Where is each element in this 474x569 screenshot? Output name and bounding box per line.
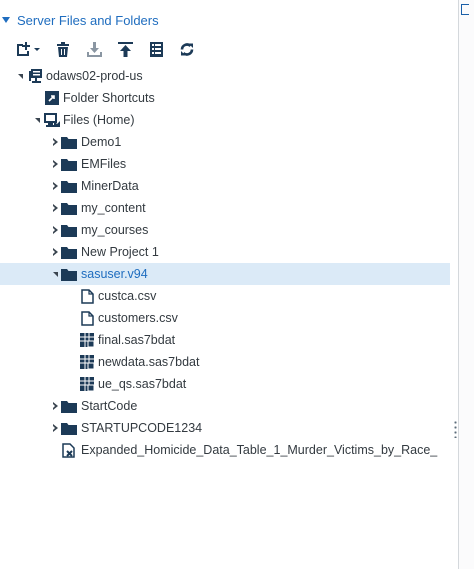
download-icon bbox=[86, 41, 102, 57]
folder-icon bbox=[61, 244, 77, 260]
tree-label: StartCode bbox=[81, 399, 138, 413]
folder-icon bbox=[61, 420, 77, 436]
tree-label: final.sas7bdat bbox=[98, 333, 176, 347]
tree-label: Files (Home) bbox=[63, 113, 135, 127]
folder-icon bbox=[61, 222, 77, 238]
expand-toggle[interactable] bbox=[51, 248, 60, 257]
file-tree: odaws02-prod-us Folder Shortcuts Files (… bbox=[0, 65, 458, 461]
tree-node-server[interactable]: odaws02-prod-us bbox=[0, 65, 458, 87]
section-header[interactable]: Server Files and Folders bbox=[0, 10, 159, 30]
delete-button[interactable] bbox=[53, 39, 73, 59]
tree-node-file[interactable]: newdata.sas7bdat bbox=[0, 351, 458, 373]
upload-button[interactable] bbox=[115, 39, 135, 59]
tree-label: Folder Shortcuts bbox=[63, 91, 155, 105]
expand-toggle[interactable] bbox=[51, 160, 60, 169]
dataset-table-icon bbox=[79, 376, 95, 392]
download-button[interactable] bbox=[84, 39, 104, 59]
tree-label: STARTUPCODE1234 bbox=[81, 421, 203, 435]
tree-label: Demo1 bbox=[81, 135, 122, 149]
tree-node-file[interactable]: ue_qs.sas7bdat bbox=[0, 373, 458, 395]
tree-node-folder[interactable]: my_courses bbox=[0, 219, 458, 241]
adjacent-panel-edge bbox=[459, 0, 474, 569]
folder-icon bbox=[61, 134, 77, 150]
folder-icon bbox=[61, 178, 77, 194]
tree-label: my_content bbox=[81, 201, 146, 215]
folder-icon bbox=[61, 266, 77, 282]
collapse-caret-icon[interactable] bbox=[2, 17, 10, 23]
tree-node-folder-selected[interactable]: sasuser.v94 bbox=[0, 263, 450, 285]
tree-label: New Project 1 bbox=[81, 245, 159, 259]
refresh-icon bbox=[180, 42, 194, 56]
tree-node-file[interactable]: customers.csv bbox=[0, 307, 458, 329]
tree-node-files-home[interactable]: Files (Home) bbox=[0, 109, 458, 131]
tree-node-folder[interactable]: my_content bbox=[0, 197, 458, 219]
home-computer-icon bbox=[44, 112, 60, 128]
tree-node-file[interactable]: Expanded_Homicide_Data_Table_1_Murder_Vi… bbox=[0, 439, 458, 461]
resize-grip-icon[interactable] bbox=[454, 420, 457, 438]
folder-icon bbox=[61, 156, 77, 172]
dataset-table-icon bbox=[79, 354, 95, 370]
tree-label: custca.csv bbox=[98, 289, 157, 303]
csv-file-icon bbox=[79, 310, 95, 326]
expand-toggle[interactable] bbox=[16, 72, 25, 81]
expand-toggle[interactable] bbox=[51, 402, 60, 411]
tree-node-folder[interactable]: EMFiles bbox=[0, 153, 458, 175]
expand-toggle[interactable] bbox=[33, 116, 42, 125]
tree-node-folder[interactable]: MinerData bbox=[0, 175, 458, 197]
tree-node-file[interactable]: final.sas7bdat bbox=[0, 329, 458, 351]
toolbar bbox=[14, 38, 208, 60]
refresh-button[interactable] bbox=[177, 39, 197, 59]
server-icon bbox=[28, 68, 44, 84]
upload-icon bbox=[117, 41, 133, 57]
tree-node-file[interactable]: custca.csv bbox=[0, 285, 458, 307]
tree-label: MinerData bbox=[81, 179, 139, 193]
server-files-panel: Server Files and Folders odaws02-prod-us… bbox=[0, 0, 458, 569]
shortcut-icon bbox=[44, 90, 60, 106]
tree-label: odaws02-prod-us bbox=[46, 69, 143, 83]
new-dropdown-button[interactable] bbox=[14, 39, 42, 59]
folder-icon bbox=[61, 200, 77, 216]
folder-icon bbox=[61, 398, 77, 414]
expand-toggle[interactable] bbox=[51, 182, 60, 191]
tree-label: sasuser.v94 bbox=[81, 267, 148, 281]
expand-toggle[interactable] bbox=[51, 424, 60, 433]
tree-label: ue_qs.sas7bdat bbox=[98, 377, 187, 391]
properties-icon bbox=[149, 41, 163, 57]
expand-toggle[interactable] bbox=[51, 226, 60, 235]
properties-button[interactable] bbox=[146, 39, 166, 59]
tree-label: Expanded_Homicide_Data_Table_1_Murder_Vi… bbox=[81, 443, 438, 457]
csv-file-icon bbox=[79, 288, 95, 304]
tree-node-folder[interactable]: StartCode bbox=[0, 395, 458, 417]
tree-label: customers.csv bbox=[98, 311, 178, 325]
expand-toggle[interactable] bbox=[51, 204, 60, 213]
new-file-icon bbox=[17, 42, 40, 56]
expand-toggle[interactable] bbox=[51, 138, 60, 147]
tree-node-folder[interactable]: Demo1 bbox=[0, 131, 458, 153]
tree-label: EMFiles bbox=[81, 157, 127, 171]
tree-node-folder-shortcuts[interactable]: Folder Shortcuts bbox=[0, 87, 458, 109]
tab-edge-icon bbox=[461, 4, 469, 15]
tree-label: newdata.sas7bdat bbox=[98, 355, 200, 369]
excel-file-icon bbox=[61, 442, 77, 458]
tree-node-folder[interactable]: New Project 1 bbox=[0, 241, 458, 263]
expand-toggle[interactable] bbox=[51, 270, 60, 279]
dataset-table-icon bbox=[79, 332, 95, 348]
section-title: Server Files and Folders bbox=[17, 12, 159, 28]
tree-label: my_courses bbox=[81, 223, 149, 237]
tree-node-folder[interactable]: STARTUPCODE1234 bbox=[0, 417, 458, 439]
trash-icon bbox=[57, 41, 69, 57]
